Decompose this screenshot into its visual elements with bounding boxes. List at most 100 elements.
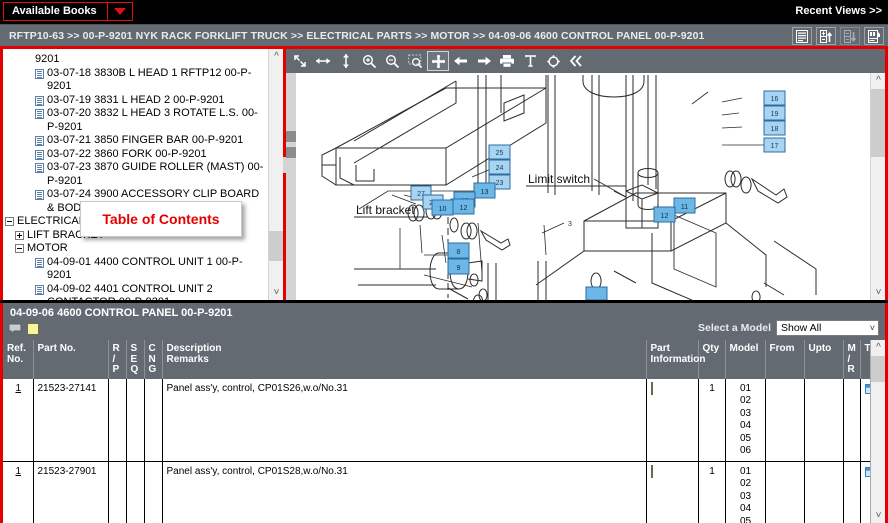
svg-text:8: 8 <box>457 249 461 256</box>
column-header-model[interactable]: Model <box>725 340 766 379</box>
graphic-viewer-scrollbar[interactable]: ^ ˅ <box>870 73 885 300</box>
scroll-down-icon[interactable]: ˅ <box>269 285 283 300</box>
recent-views-link[interactable]: Recent Views >> <box>795 5 882 17</box>
column-header-upto[interactable]: Upto <box>804 340 844 379</box>
print-icon[interactable] <box>496 51 518 71</box>
model-filter: Select a Model Show All ˅ <box>698 320 879 336</box>
column-header-cng[interactable]: CNG <box>144 340 163 379</box>
toc-item[interactable]: 03-07-22 3860 FORK 00-P-9201 <box>5 148 266 162</box>
toc-item[interactable]: 03-07-20 3832 L HEAD 3 ROTATE L.S. 00-P-… <box>5 107 266 134</box>
column-header-rp[interactable]: R / P <box>108 340 127 379</box>
column-header-from[interactable]: From <box>765 340 805 379</box>
graphic-viewer-canvas[interactable]: 16 19 18 17 25 24 23 27 26 13 12 12 12 1… <box>286 73 870 300</box>
scroll-thumb[interactable] <box>871 89 885 157</box>
collapse-tree-icon[interactable] <box>840 27 860 45</box>
column-header-ref[interactable]: Ref. No. <box>3 340 34 379</box>
fit-page-icon[interactable] <box>289 51 311 71</box>
parts-list-title: 04-09-06 4600 CONTROL PANEL 00-P-9201 <box>10 307 233 319</box>
toc-item[interactable]: 03-07-21 3850 FINGER BAR 00-P-9201 <box>5 134 266 148</box>
cell-pinfo <box>646 378 699 462</box>
scroll-thumb[interactable] <box>871 356 885 382</box>
toc-item[interactable]: 03-07-18 3830B L HEAD 1 RFTP12 00-P-9201 <box>5 67 266 94</box>
expand-tree-icon[interactable] <box>816 27 836 45</box>
scroll-down-icon[interactable]: ˅ <box>871 285 885 300</box>
fit-height-icon[interactable] <box>335 51 357 71</box>
parts-table-container[interactable]: Ref. No. Part No. R / P S E Q C N G Description Remar… <box>3 340 885 523</box>
scroll-up-icon[interactable]: ^ <box>269 49 283 64</box>
comment-icon[interactable] <box>8 323 22 335</box>
document-icon <box>35 190 44 200</box>
svg-text:16: 16 <box>771 96 779 103</box>
document-icon <box>35 109 44 119</box>
toc-item-label: 03-07-21 3850 FINGER BAR 00-P-9201 <box>47 134 244 146</box>
scroll-up-icon[interactable]: ^ <box>871 340 885 355</box>
chevron-down-icon[interactable]: ˅ <box>870 323 875 333</box>
toc-scrollbar[interactable]: ^ ˅ <box>268 49 283 300</box>
chevron-down-icon[interactable] <box>108 3 132 20</box>
graphic-viewer-panel: 16 19 18 17 25 24 23 27 26 13 12 12 12 1… <box>286 49 885 300</box>
fit-width-icon[interactable] <box>312 51 334 71</box>
zoom-out-icon[interactable] <box>381 51 403 71</box>
toc-item[interactable]: MOTOR <box>5 242 266 256</box>
toc-item-label: 03-07-18 3830B L HEAD 1 RFTP12 00-P-9201 <box>47 66 252 93</box>
parts-table: Ref. No. Part No. R / P S E Q C N G Description Remar… <box>3 340 885 523</box>
cell-desc: Panel ass'y, control, CP01S28,w.o/No.31 <box>162 461 647 523</box>
zoom-in-icon[interactable] <box>358 51 380 71</box>
pan-move-icon[interactable] <box>427 51 449 71</box>
cell-from <box>765 378 805 462</box>
zoom-area-icon[interactable] <box>404 51 426 71</box>
toc-item-label: 04-09-01 4400 CONTROL UNIT 1 00-P-9201 <box>47 255 243 282</box>
scroll-down-icon[interactable]: ˅ <box>871 508 885 523</box>
parts-table-header-row: Ref. No. Part No. R / P S E Q C N G Description Remar… <box>3 340 885 379</box>
collapse-node-icon[interactable] <box>5 217 14 226</box>
ref-no-link[interactable]: 1 <box>15 383 21 394</box>
available-books-button[interactable]: Available Books <box>3 2 133 21</box>
parts-table-scrollbar[interactable]: ^ ˅ <box>870 340 885 523</box>
rotate-icon[interactable] <box>542 51 564 71</box>
expand-node-icon[interactable] <box>15 230 24 240</box>
note-swatch-icon[interactable] <box>650 464 653 478</box>
cell-pinfo <box>646 461 699 523</box>
collapse-node-icon[interactable] <box>15 244 24 253</box>
gutter-tab[interactable] <box>286 147 296 158</box>
scroll-up-icon[interactable]: ^ <box>871 73 885 88</box>
report-icon[interactable] <box>864 27 884 45</box>
column-header-mr[interactable]: M / R <box>843 340 861 379</box>
column-header-part[interactable]: Part No. <box>33 340 109 379</box>
svg-text:19: 19 <box>771 111 779 118</box>
text-tool-icon[interactable] <box>519 51 541 71</box>
cell-seq <box>126 461 145 523</box>
toc-item-label: 03-07-22 3860 FORK 00-P-9201 <box>47 147 207 160</box>
toc-item[interactable]: 04-09-02 4401 CONTROL UNIT 2 CONTACTOR 0… <box>5 283 266 300</box>
toc-item[interactable]: 9201 <box>5 53 266 67</box>
cell-qty: 1 <box>698 378 726 462</box>
toc-item[interactable]: 03-07-19 3831 L HEAD 2 00-P-9201 <box>5 94 266 108</box>
table-row[interactable]: 1 21523-27901 Panel ass'y, control, CP01S2… <box>3 461 885 523</box>
ref-no-link[interactable]: 1 <box>15 466 21 477</box>
document-icon <box>35 68 44 79</box>
toc-item-label: 9201 <box>35 53 60 65</box>
scroll-thumb[interactable] <box>269 231 283 261</box>
next-arrow-icon[interactable] <box>473 51 495 71</box>
model-filter-value: Show All <box>781 322 822 334</box>
gutter-tab[interactable] <box>286 131 296 142</box>
list-view-icon[interactable] <box>792 27 812 45</box>
note-swatch-icon[interactable] <box>650 381 653 395</box>
note-swatch-icon[interactable] <box>27 323 39 335</box>
parts-catalog-app: Available Books Recent Views >> RFTP10-6… <box>0 0 888 523</box>
collapse-panel-icon[interactable] <box>565 51 587 71</box>
breadcrumb[interactable]: RFTP10-63 >> 00-P-9201 NYK RACK FORKLIFT… <box>9 30 704 42</box>
model-filter-select[interactable]: Show All ˅ <box>776 320 879 336</box>
column-header-seq[interactable]: SEQ <box>126 340 145 379</box>
toc-item[interactable]: 04-09-01 4400 CONTROL UNIT 1 00-P-9201 <box>5 256 266 283</box>
table-row[interactable]: 1 21523-27141 Panel ass'y, control, CP01S2… <box>3 378 885 462</box>
cell-part: 21523-27901 <box>33 461 109 523</box>
svg-text:9: 9 <box>457 265 461 272</box>
column-header-pinfo[interactable]: Part Information <box>646 340 706 379</box>
document-icon <box>35 95 44 106</box>
toc-item[interactable]: 03-07-23 3870 GUIDE ROLLER (MAST) 00-P-9… <box>5 161 266 188</box>
previous-arrow-icon[interactable] <box>450 51 472 71</box>
cell-rp <box>108 378 127 462</box>
cell-from <box>765 461 805 523</box>
column-header-desc[interactable]: Description Remarks <box>162 340 647 379</box>
